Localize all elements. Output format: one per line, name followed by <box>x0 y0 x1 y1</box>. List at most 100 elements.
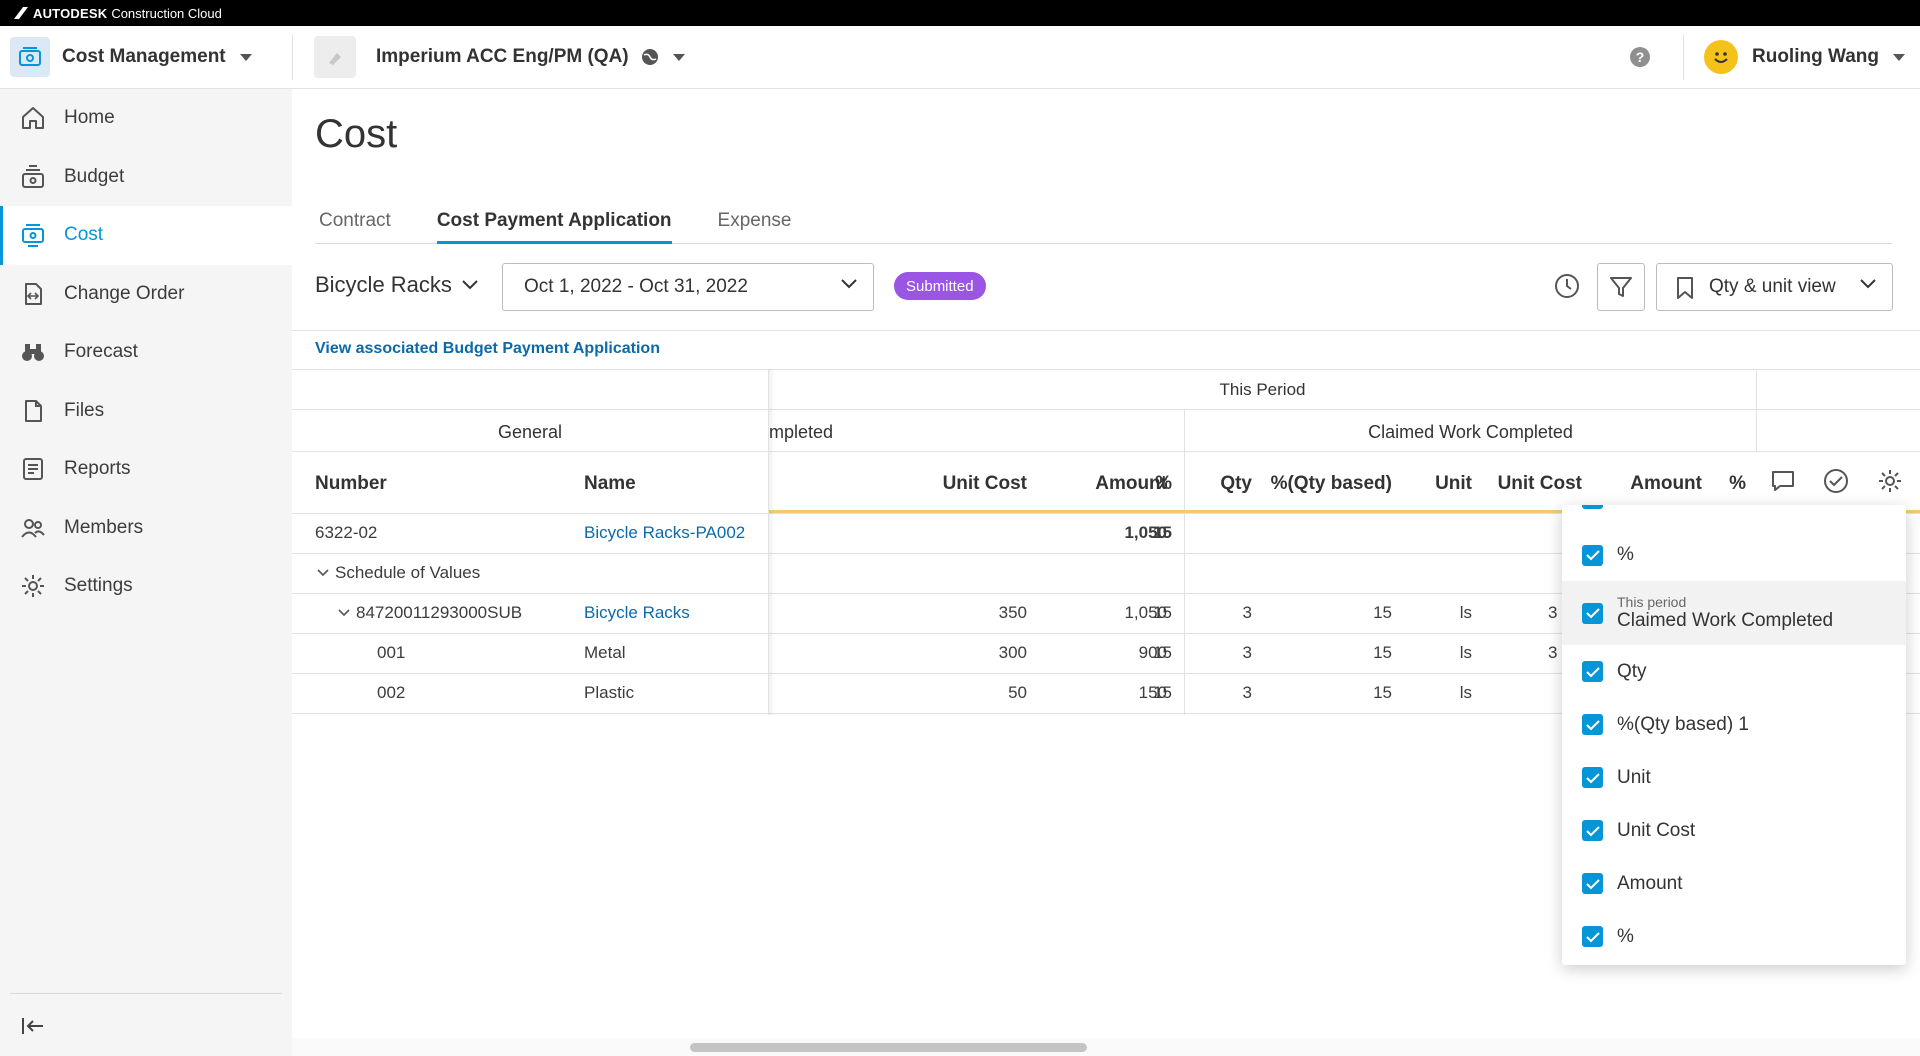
frozen-column-shadow <box>769 369 775 715</box>
cell-name-link[interactable]: Bicycle Racks-PA002 <box>584 523 745 543</box>
sidebar-item-budget[interactable]: Budget <box>0 148 292 207</box>
tab-contract[interactable]: Contract <box>315 198 395 244</box>
column-option-claimed-work-completed[interactable]: This period Claimed Work Completed <box>1562 581 1906 645</box>
contract-selector[interactable]: Bicycle Racks <box>315 272 478 298</box>
column-header-number[interactable]: Number <box>315 473 387 495</box>
cell-percent: 15 <box>1153 603 1172 622</box>
module-switcher[interactable]: Cost Management <box>10 34 252 80</box>
column-header-unit-cost[interactable]: Unit Cost <box>892 473 1027 495</box>
column-header-unit[interactable]: Unit <box>1402 473 1472 495</box>
scrollbar-thumb[interactable] <box>690 1043 1087 1052</box>
grid-line <box>1184 409 1185 715</box>
change-order-icon <box>18 279 48 309</box>
brand-product: Construction Cloud <box>111 5 222 21</box>
check-circle-icon[interactable] <box>1820 465 1852 497</box>
avatar <box>1704 40 1738 74</box>
column-header-percent-claimed[interactable]: % <box>1710 473 1746 495</box>
user-menu[interactable]: Ruoling Wang <box>1704 37 1905 77</box>
cell-unit: ls <box>1459 683 1472 702</box>
collapse-sidebar-icon[interactable] <box>18 1011 48 1041</box>
sidebar-item-home[interactable]: Home <box>0 89 292 148</box>
cell-unit-cost-claimed: 3 <box>1548 643 1558 662</box>
schedule-of-values-toggle[interactable]: Schedule of Values <box>317 563 480 583</box>
cell-percent-qty: 15 <box>1373 683 1392 702</box>
view-budget-payment-link[interactable]: View associated Budget Payment Applicati… <box>315 340 660 358</box>
sidebar-item-members[interactable]: Members <box>0 499 292 558</box>
grid-line <box>292 369 1920 370</box>
budget-icon <box>18 162 48 192</box>
cell-group-label: Schedule of Values <box>335 563 481 582</box>
sidebar-item-settings[interactable]: Settings <box>0 557 292 616</box>
chevron-down-icon <box>338 609 350 617</box>
project-thumbnail-icon <box>314 36 356 78</box>
column-option-group-label: This period <box>1617 594 1687 610</box>
horizontal-scrollbar[interactable] <box>292 1038 1920 1056</box>
column-option-unit[interactable]: Unit <box>1562 751 1906 804</box>
row-expand-toggle[interactable]: 84720011293000SUB <box>338 603 522 623</box>
home-icon <box>18 103 48 133</box>
sidebar-item-label: Reports <box>64 458 131 480</box>
group-header-completed: mpleted <box>769 422 834 442</box>
help-icon[interactable]: ? <box>1630 47 1650 67</box>
cell-percent: 15 <box>1153 523 1172 542</box>
brand-name: AUTODESK <box>33 5 108 21</box>
sidebar-item-change-order[interactable]: Change Order <box>0 265 292 324</box>
cell-percent: 15 <box>1153 683 1172 702</box>
cell-number: 001 <box>377 643 406 662</box>
partial-checkbox[interactable] <box>1582 505 1603 509</box>
column-option-label: % <box>1617 544 1634 565</box>
column-option-label: Qty <box>1617 660 1647 682</box>
column-header-name[interactable]: Name <box>584 473 636 495</box>
checkbox-checked-icon <box>1582 602 1603 624</box>
checkbox-checked-icon <box>1582 544 1603 566</box>
column-option-qty[interactable]: Qty <box>1562 645 1906 698</box>
grid-line <box>292 451 1920 452</box>
column-option-percent[interactable]: % <box>1562 529 1906 581</box>
cell-percent: 15 <box>1153 643 1172 662</box>
column-header-amount-claimed[interactable]: Amount <box>1602 473 1702 495</box>
view-select-value: Qty & unit view <box>1709 276 1836 297</box>
project-switcher[interactable]: Imperium ACC Eng/PM (QA) <box>314 36 685 78</box>
report-icon <box>18 454 48 484</box>
view-select[interactable]: Qty & unit view <box>1656 263 1893 311</box>
tab-expense[interactable]: Expense <box>714 198 796 244</box>
cell-name-link[interactable]: Bicycle Racks <box>584 603 690 623</box>
user-name: Ruoling Wang <box>1752 46 1879 67</box>
column-option-label: %(Qty based) 1 <box>1617 713 1749 735</box>
sidebar-item-label: Files <box>64 399 105 421</box>
column-header-unit-cost-claimed[interactable]: Unit Cost <box>1482 473 1582 495</box>
column-option-label: Claimed Work Completed <box>1617 610 1834 631</box>
history-icon[interactable] <box>1550 269 1584 303</box>
period-select[interactable]: Oct 1, 2022 - Oct 31, 2022 <box>502 263 874 311</box>
filter-button[interactable] <box>1597 263 1645 311</box>
sidebar-item-label: Budget <box>64 165 125 187</box>
cell-qty: 3 <box>1242 683 1252 702</box>
column-header-percent[interactable]: % <box>1132 473 1172 495</box>
tab-cost-payment-application[interactable]: Cost Payment Application <box>436 198 672 244</box>
column-chooser-menu: % This period Claimed Work Completed Qty… <box>1562 505 1906 965</box>
column-option-unit-cost[interactable]: Unit Cost <box>1562 804 1906 857</box>
period-select-value: Oct 1, 2022 - Oct 31, 2022 <box>524 276 748 297</box>
column-settings-gear-icon[interactable] <box>1874 465 1906 497</box>
column-option-amount[interactable]: Amount <box>1562 857 1906 910</box>
comment-icon[interactable] <box>1767 465 1799 497</box>
checkbox-checked-icon <box>1582 926 1603 947</box>
header-divider <box>1683 34 1684 80</box>
cell-unit-cost: 300 <box>998 643 1027 662</box>
sidebar-item-label: Home <box>64 107 115 129</box>
sidebar-item-forecast[interactable]: Forecast <box>0 323 292 382</box>
cell-number: 002 <box>377 683 406 702</box>
column-option-percent-claimed[interactable]: % <box>1562 910 1906 963</box>
sidebar-item-reports[interactable]: Reports <box>0 440 292 499</box>
cell-unit-cost: 350 <box>998 603 1027 622</box>
sidebar-item-cost[interactable]: Cost <box>0 206 292 265</box>
page-title: Cost <box>315 112 398 156</box>
sidebar-item-label: Members <box>64 516 144 538</box>
column-option-percent-qty-based[interactable]: %(Qty based) 1 <box>1562 698 1906 751</box>
sidebar: Home Budget Cost Change Order Forecast F… <box>0 89 292 1056</box>
column-header-percent-qty-based[interactable]: %(Qty based) <box>1262 473 1392 495</box>
tab-bar: Contract Cost Payment Application Expens… <box>315 198 1892 244</box>
members-icon <box>18 513 48 543</box>
sidebar-item-files[interactable]: Files <box>0 382 292 441</box>
column-header-qty[interactable]: Qty <box>1202 473 1252 495</box>
